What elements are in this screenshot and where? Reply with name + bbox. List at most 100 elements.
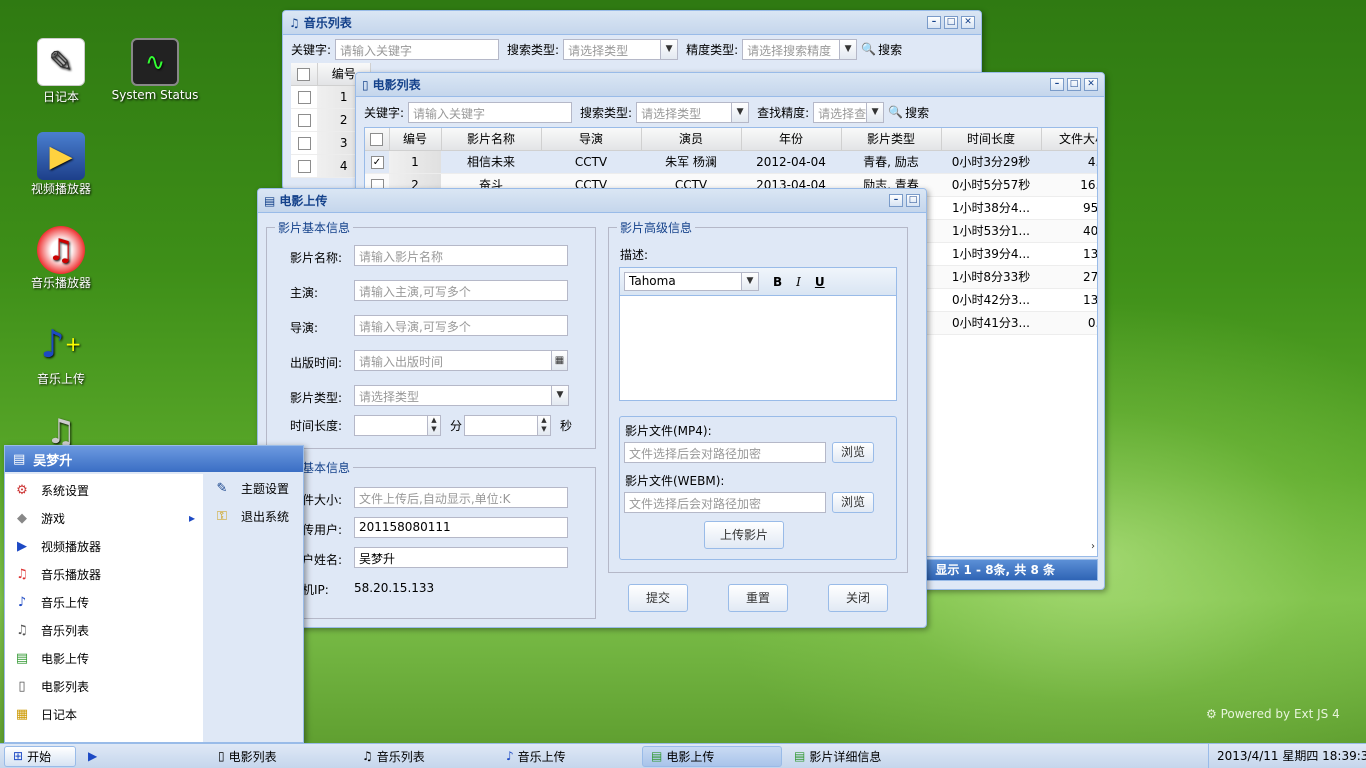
minute-spinner[interactable]: ▲ ▼: [428, 415, 441, 436]
movie-window-header[interactable]: ▯ 电影列表 – □ ✕: [356, 73, 1104, 97]
type-input[interactable]: 请选择类型: [354, 385, 552, 406]
menu-item-music-upload[interactable]: ♪ 音乐上传: [5, 588, 203, 616]
menu-item-logout[interactable]: ⚿ 退出系统: [205, 502, 303, 530]
movie-upload-window[interactable]: ▤ 电影上传 – □ 影片基本信息 影片名称: 请输入影片名称 主演: 请输入主…: [257, 188, 927, 628]
menu-item-video-player[interactable]: ▶ 视频播放器: [5, 532, 203, 560]
chevron-down-icon[interactable]: ▼: [661, 38, 679, 60]
search-type-input[interactable]: 请选择类型: [563, 38, 662, 60]
browse-mp4-button[interactable]: 浏览: [832, 442, 874, 463]
search-icon[interactable]: 🔍: [861, 42, 876, 56]
menu-item-movie-list[interactable]: ▯ 电影列表: [5, 672, 203, 700]
reset-button[interactable]: 重置: [728, 584, 788, 612]
quick-launch[interactable]: ▶: [80, 746, 110, 767]
director-input[interactable]: 请输入导演,可写多个: [354, 315, 568, 336]
row-checkbox[interactable]: [297, 136, 311, 150]
upload-movie-button[interactable]: 上传影片: [704, 521, 784, 549]
table-row[interactable]: ✓ 1 相信未来 CCTV 朱军 杨澜 2012-04-04 青春, 励志 0小…: [365, 150, 1097, 174]
close-button[interactable]: 关闭: [828, 584, 888, 612]
close-icon[interactable]: ✕: [961, 16, 975, 29]
upload-window-header[interactable]: ▤ 电影上传 – □: [258, 189, 926, 213]
search-type-combo[interactable]: 请选择类型 ▼: [636, 101, 750, 123]
row-checkbox[interactable]: [297, 113, 311, 127]
underline-button[interactable]: U: [815, 275, 825, 289]
row-checkbox[interactable]: [297, 90, 311, 104]
font-combo[interactable]: Tahoma ▼: [624, 272, 759, 291]
column-header[interactable]: 时间长度: [941, 128, 1042, 151]
mp4-file-input[interactable]: 文件选择后会对路径加密: [624, 442, 826, 463]
font-select[interactable]: Tahoma: [624, 272, 742, 291]
precision-input[interactable]: 请选择查找精度: [813, 101, 868, 123]
search-type-combo[interactable]: 请选择类型 ▼: [563, 38, 679, 60]
user-id-input[interactable]: 201158080111: [354, 517, 568, 538]
desktop-icon-diary[interactable]: ✎ 日记本: [16, 38, 106, 105]
column-header[interactable]: 文件大小: [1041, 128, 1097, 151]
column-header[interactable]: 影片名称: [441, 128, 542, 151]
column-header[interactable]: 影片类型: [841, 128, 942, 151]
column-header[interactable]: 导演: [541, 128, 642, 151]
submit-button[interactable]: 提交: [628, 584, 688, 612]
precision-input[interactable]: 请选择搜索精度: [742, 38, 841, 60]
select-all-checkbox[interactable]: [365, 128, 390, 151]
desktop-icon-music-upload[interactable]: ♪ + 音乐上传: [16, 320, 106, 387]
browse-webm-button[interactable]: 浏览: [832, 492, 874, 513]
date-input[interactable]: 请输入出版时间: [354, 350, 552, 371]
column-header[interactable]: 演员: [641, 128, 742, 151]
cell-actor: 朱军 杨澜: [641, 150, 741, 174]
menu-item-movie-upload[interactable]: ▤ 电影上传: [5, 644, 203, 672]
calendar-icon[interactable]: ▦: [552, 350, 568, 371]
desktop-icon-system-status[interactable]: ∿ System Status: [110, 38, 200, 103]
search-button[interactable]: 搜索: [905, 104, 929, 121]
precision-combo[interactable]: 请选择搜索精度 ▼: [742, 38, 858, 60]
movie-name-input[interactable]: 请输入影片名称: [354, 245, 568, 266]
minute-input[interactable]: [354, 415, 428, 436]
keyword-input[interactable]: 请输入关键字: [408, 101, 573, 123]
minimize-icon[interactable]: –: [1050, 78, 1064, 91]
menu-item-diary[interactable]: ▦ 日记本: [5, 700, 203, 728]
search-button[interactable]: 搜索: [878, 41, 902, 58]
second-input[interactable]: [464, 415, 538, 436]
chevron-down-icon[interactable]: ▼: [867, 101, 885, 123]
desktop-icon-video-player[interactable]: ▶ 视频播放器: [16, 132, 106, 197]
minimize-icon[interactable]: –: [927, 16, 941, 29]
chevron-down-icon[interactable]: ▼: [742, 272, 759, 291]
task-movie-upload[interactable]: ▤ 电影上传: [642, 745, 782, 767]
menu-item-games[interactable]: ◆ 游戏 ▸: [5, 504, 203, 532]
menu-item-theme-settings[interactable]: ✎ 主题设置: [205, 474, 303, 502]
username-input[interactable]: 吴梦升: [354, 547, 568, 568]
task-movie-list[interactable]: ▯ 电影列表: [210, 746, 350, 767]
description-editor[interactable]: Tahoma ▼ B I U: [619, 267, 897, 401]
task-movie-detail[interactable]: ▤ 影片详细信息: [786, 746, 936, 767]
keyword-input[interactable]: 请输入关键字: [335, 38, 500, 60]
bold-button[interactable]: B: [773, 275, 782, 289]
menu-item-music-list[interactable]: ♫ 音乐列表: [5, 616, 203, 644]
task-music-list[interactable]: ♫ 音乐列表: [354, 746, 494, 767]
select-all-checkbox[interactable]: [291, 63, 318, 86]
menu-item-system-settings[interactable]: ⚙ 系统设置: [5, 476, 203, 504]
maximize-icon[interactable]: □: [944, 16, 958, 29]
task-music-upload[interactable]: ♪ 音乐上传: [498, 746, 638, 767]
column-header[interactable]: 年份: [741, 128, 842, 151]
search-icon[interactable]: 🔍: [888, 105, 903, 119]
scroll-right-icon[interactable]: ›: [1091, 541, 1095, 552]
chevron-down-icon[interactable]: ▼: [552, 385, 569, 406]
minimize-icon[interactable]: –: [889, 194, 903, 207]
second-spinner[interactable]: ▲ ▼: [538, 415, 551, 436]
chevron-down-icon[interactable]: ▼: [840, 38, 858, 60]
file-size-input[interactable]: 文件上传后,自动显示,单位:K: [354, 487, 568, 508]
desktop-icon-music-player[interactable]: ♫ 音乐播放器: [16, 226, 106, 291]
maximize-icon[interactable]: □: [906, 194, 920, 207]
menu-item-music-player[interactable]: ♫ 音乐播放器: [5, 560, 203, 588]
precision-combo[interactable]: 请选择查找精度 ▼: [813, 101, 885, 123]
row-checkbox[interactable]: [297, 159, 311, 173]
chevron-down-icon[interactable]: ▼: [732, 101, 750, 123]
italic-button[interactable]: I: [796, 275, 801, 289]
start-button[interactable]: ⊞ 开始: [4, 745, 76, 767]
row-checkbox[interactable]: ✓: [370, 155, 384, 169]
actor-input[interactable]: 请输入主演,可写多个: [354, 280, 568, 301]
column-header[interactable]: 编号: [389, 128, 442, 151]
music-window-header[interactable]: ♫ 音乐列表 – □ ✕: [283, 11, 981, 35]
search-type-input[interactable]: 请选择类型: [636, 101, 733, 123]
close-icon[interactable]: ✕: [1084, 78, 1098, 91]
maximize-icon[interactable]: □: [1067, 78, 1081, 91]
webm-file-input[interactable]: 文件选择后会对路径加密: [624, 492, 826, 513]
